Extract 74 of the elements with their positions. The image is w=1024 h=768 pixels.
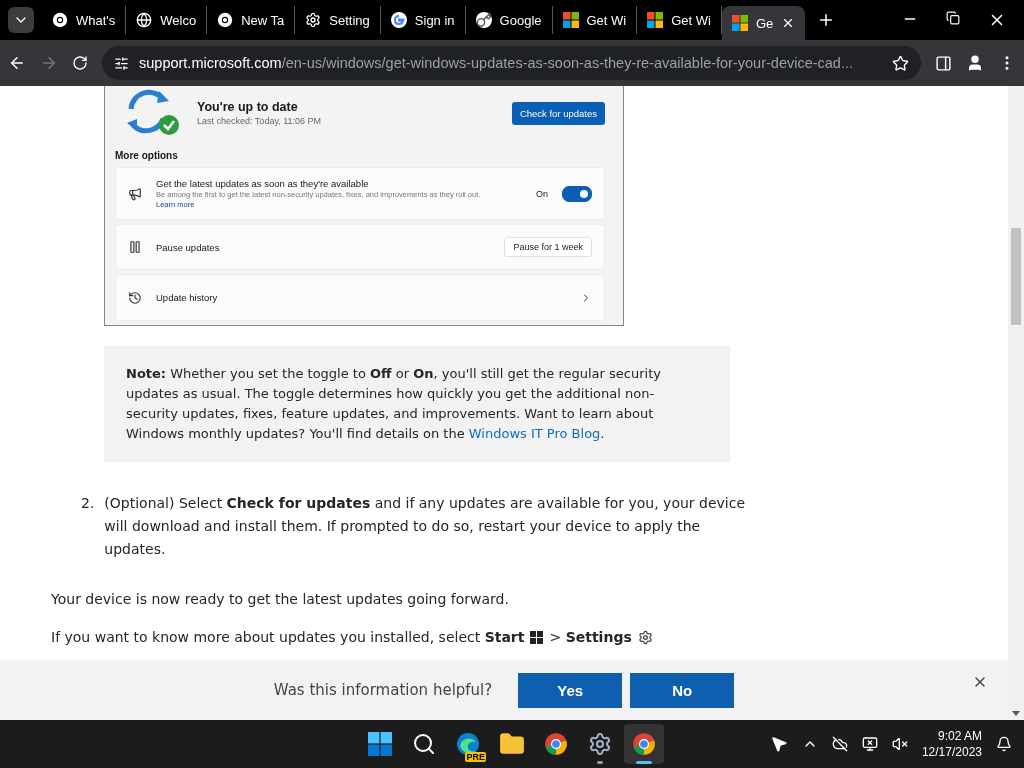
folder-icon (499, 731, 525, 757)
reload-icon[interactable] (72, 55, 88, 71)
browser-tab[interactable]: Ge (721, 6, 806, 40)
volume-muted-icon[interactable] (891, 736, 908, 752)
note-text: Note: Whether you set the toggle to Off or On, you'll still get the regular security updates as usual. The toggle determines how quickly you get the additional non-security updates, fixes, feature updates, and improvements. Want to learn about Windows monthly updates? You'll find details on the Windows IT Pro Blog. (126, 365, 662, 443)
history-icon (128, 290, 142, 305)
search-icon (412, 732, 436, 756)
megaphone-icon (128, 186, 142, 201)
four-squares-icon (647, 12, 664, 28)
taskbar-app[interactable]: PRE (448, 724, 488, 764)
browser-tab[interactable]: Sign in (380, 6, 466, 34)
browser-tab[interactable]: What's (42, 6, 127, 34)
browser-tab[interactable]: Google (465, 6, 553, 34)
globe-icon (136, 12, 153, 28)
browser-tab[interactable]: New Ta (207, 6, 296, 34)
status-title: You're up to date (197, 100, 299, 115)
gear-icon (305, 12, 322, 28)
browser-tab[interactable]: Get Wi (552, 6, 638, 34)
cloud-off-icon[interactable] (831, 736, 848, 752)
taskbar-app[interactable] (624, 724, 664, 764)
google-g-icon (390, 12, 407, 28)
sentence-start: If you want to know more about updates you installed, select Start (51, 629, 525, 645)
restore-icon[interactable] (946, 11, 960, 25)
url-path: /en-us/windows/get-windows-updates-as-soon-as-they-re-available-for-your-device-cad... (281, 55, 854, 71)
notifications-icon[interactable] (996, 736, 1012, 752)
back-icon[interactable] (8, 54, 26, 72)
profile-icon[interactable] (966, 54, 984, 72)
paragraph: Your device is now ready to get the latest updates going forward. (51, 591, 510, 607)
step-number: 2. (81, 494, 95, 513)
toggle-label: On (536, 188, 548, 199)
gear-icon (637, 629, 653, 645)
tab-search-button[interactable] (8, 7, 34, 33)
option-title: Update history (156, 292, 219, 304)
side-panel-icon[interactable] (935, 54, 952, 72)
last-checked-text: Last checked: Today, 11:06 PM (197, 116, 323, 127)
option-title: Pause updates (156, 241, 221, 253)
four-squares-icon (562, 12, 579, 28)
four-squares-icon (731, 15, 748, 31)
bookmark-star-icon[interactable] (892, 54, 909, 72)
blog-link[interactable]: Windows IT Pro Blog (468, 426, 601, 441)
browser-tab[interactable]: Welco (126, 6, 208, 34)
yes-button[interactable]: Yes (518, 672, 623, 708)
url-host: support.microsoft.com (139, 55, 282, 71)
gear-icon (588, 732, 612, 756)
key-icon (475, 12, 492, 28)
toggle-switch[interactable] (562, 185, 592, 202)
preview-badge: PRE (465, 752, 486, 762)
browser-tab[interactable]: Setting (295, 6, 381, 34)
check-updates-button[interactable]: Check for updates (511, 101, 605, 125)
option-card[interactable]: Pause updates Pause for 1 week (115, 223, 605, 271)
chrome-icon (544, 732, 568, 756)
step-text: (Optional) Select Check for updates and if any updates are available for you, your device will download and install them. If prompted to do so, restart your device to apply the updates. (104, 494, 746, 559)
address-bar[interactable]: support.microsoft.com/en-us/windows/get-windows-updates-as-soon-as-they-re-available-for-your-device-cad... (102, 46, 921, 80)
sentence-end: > Settings (549, 629, 632, 645)
pause-icon (128, 240, 142, 255)
browser-tab[interactable]: Get Wi (637, 6, 722, 34)
feedback-question: Was this information helpful? (273, 681, 493, 699)
forward-icon[interactable] (40, 54, 58, 72)
option-title: Get the latest updates as soon as they're available (156, 178, 370, 190)
site-info-icon[interactable] (114, 55, 129, 71)
chrome-icon (52, 12, 68, 28)
windows-logo-icon (368, 732, 392, 756)
scrollbar-thumb[interactable] (1011, 228, 1021, 325)
no-button[interactable]: No (630, 672, 735, 708)
windows-logo-icon (530, 630, 544, 644)
option-card[interactable]: Update history (115, 274, 605, 321)
pause-button[interactable]: Pause for 1 week (504, 237, 592, 258)
edge-icon (456, 732, 480, 756)
mouse-pointer-icon (769, 735, 788, 753)
section-heading: More options (115, 150, 179, 162)
clock[interactable]: 9:02 AM 12/17/2023 (921, 728, 982, 760)
chrome-icon (217, 12, 234, 28)
chrome-icon (632, 732, 656, 756)
network-icon[interactable] (861, 736, 878, 752)
